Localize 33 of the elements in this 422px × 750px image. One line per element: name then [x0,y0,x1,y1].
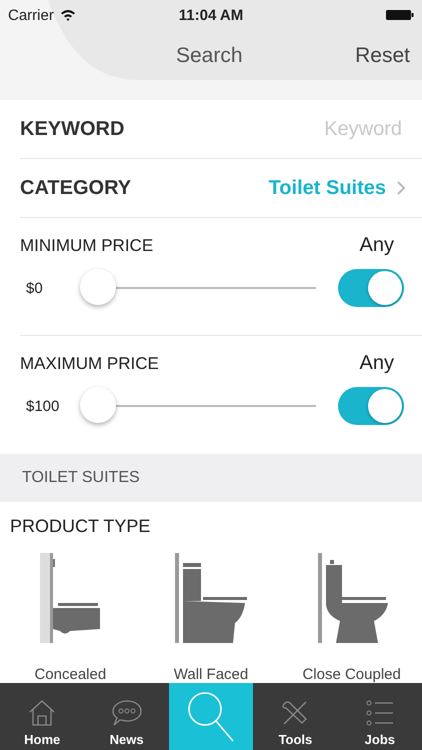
price-reading: Any [360,352,394,375]
product-type-label: Wall Faced [174,666,248,683]
product-type-label: Close Coupled [302,666,401,683]
toggle-switch[interactable] [338,269,404,307]
list-icon [364,698,395,728]
tab-item[interactable]: News [84,683,169,750]
category-label: CATEGORY [20,176,132,200]
product-type-title: PRODUCT TYPE [9,515,152,537]
tab-item[interactable]: Tools [253,683,338,750]
nav-title: Search [176,44,243,68]
slider-thumb[interactable] [80,269,116,305]
tab-item[interactable] [168,683,254,750]
carrier-label: Carrier [8,6,54,24]
reset-button[interactable]: Reset [355,44,410,68]
slider-value: $100 [25,398,60,414]
price-reading: Any [360,234,394,257]
chevron-icon [396,180,406,196]
slider-thumb[interactable] [80,387,116,423]
keyword-label: KEYWORD [20,118,126,140]
status-time: 11:04 AM [178,6,244,24]
category-row[interactable]: CATEGORY Toilet Suites [20,159,422,218]
section-header: TOILET SUITES [22,469,140,487]
wifi-icon [60,9,76,21]
category-value: Toilet Suites [268,176,386,200]
product-type-label: Concealed [34,666,106,683]
price-label: MINIMUM PRICE [20,236,154,256]
toggle-switch[interactable] [338,387,404,425]
slider-value: $0 [25,280,44,296]
battery-icon [386,10,414,20]
tab-item[interactable]: Jobs [338,683,422,750]
tab-item[interactable]: Home [0,683,84,750]
speech-bubble-icon [110,698,143,728]
price-label: MAXIMUM PRICE [20,354,159,374]
